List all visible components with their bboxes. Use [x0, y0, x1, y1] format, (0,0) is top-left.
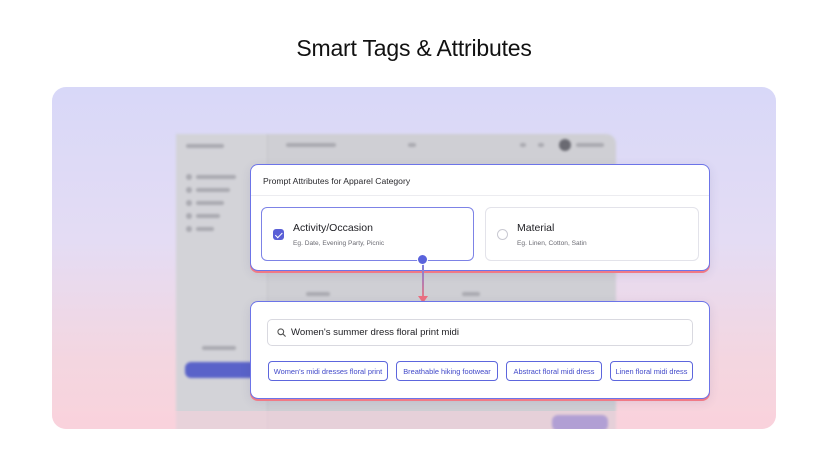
search-icon	[277, 328, 286, 337]
bg-footer-line	[202, 346, 236, 350]
search-box[interactable]	[267, 319, 693, 346]
option-material[interactable]: Material Eg. Linen, Cotton, Satin	[485, 207, 699, 261]
bg-nav-dot	[186, 174, 192, 180]
connector-dot	[417, 254, 428, 265]
prompt-attributes-panel: Prompt Attributes for Apparel Category A…	[250, 164, 710, 271]
radio-icon[interactable]	[497, 229, 508, 240]
bg-header-line	[576, 143, 604, 147]
tag-chip[interactable]: Abstract floral midi dress	[506, 361, 602, 381]
bg-header-line	[408, 143, 416, 147]
option-title: Material	[517, 222, 555, 234]
page-title: Smart Tags & Attributes	[296, 35, 532, 61]
tag-chip[interactable]: Linen floral midi dress	[610, 361, 693, 381]
bg-header-line	[520, 143, 526, 147]
tag-chip[interactable]: Women's midi dresses floral print	[268, 361, 388, 381]
option-examples: Eg. Linen, Cotton, Satin	[517, 240, 587, 247]
bg-header-line	[286, 143, 336, 147]
bg-nav-line	[196, 201, 224, 205]
bg-nav-line	[196, 188, 230, 192]
search-input[interactable]	[291, 320, 686, 345]
connector-line	[422, 264, 424, 297]
bg-nav-line	[196, 175, 236, 179]
prompt-attributes-header: Prompt Attributes for Apparel Category	[251, 165, 709, 196]
tag-chip[interactable]: Breathable hiking footwear	[396, 361, 498, 381]
bg-logo-line	[186, 144, 224, 148]
option-examples: Eg. Date, Evening Party, Picnic	[293, 240, 385, 247]
bg-sidebar-button	[185, 362, 259, 378]
check-icon[interactable]	[273, 229, 284, 240]
bg-nav-dot	[186, 200, 192, 206]
bg-table-header-line	[306, 292, 330, 296]
bg-nav-line	[196, 214, 220, 218]
bg-table-header-line	[462, 292, 480, 296]
bg-nav-dot	[186, 187, 192, 193]
option-title: Activity/Occasion	[293, 222, 373, 234]
bg-avatar	[559, 139, 571, 151]
bg-bottom-fade	[52, 411, 776, 429]
search-tags-panel: Women's midi dresses floral print Breath…	[250, 301, 710, 399]
bg-nav-line	[196, 227, 214, 231]
bg-header-line	[538, 143, 544, 147]
bg-nav-dot	[186, 213, 192, 219]
bg-nav-dot	[186, 226, 192, 232]
option-activity-occasion[interactable]: Activity/Occasion Eg. Date, Evening Part…	[261, 207, 474, 261]
